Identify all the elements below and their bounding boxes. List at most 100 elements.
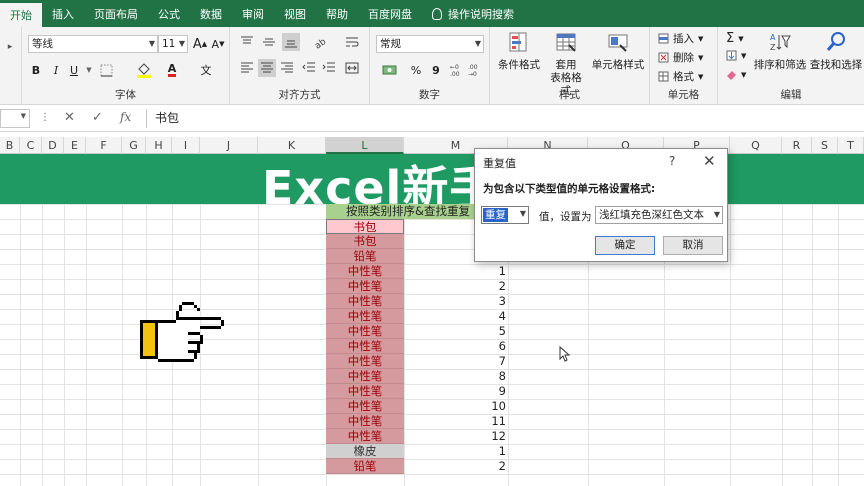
tell-me-search[interactable]: 操作说明搜索 <box>422 0 524 27</box>
cell-M-8[interactable]: 5 <box>404 324 508 339</box>
decrease-decimal-icon[interactable]: .00 →0 <box>468 61 484 79</box>
ok-button[interactable]: 确定 <box>595 236 655 255</box>
cell-L-11[interactable]: 中性笔 <box>326 369 404 384</box>
font-size-box[interactable]: 11 ▼ <box>158 35 188 53</box>
cell-L-5[interactable]: 中性笔 <box>326 279 404 294</box>
percent-button[interactable]: % <box>408 61 424 79</box>
value-type-select[interactable]: 重复 ▼ <box>481 206 529 224</box>
enter-icon[interactable]: ✓ <box>92 110 103 125</box>
increase-indent-icon[interactable] <box>320 59 338 77</box>
cell-M-16[interactable]: 1 <box>404 444 508 459</box>
name-box[interactable]: ▼ <box>0 109 30 128</box>
column-header-Q[interactable]: Q <box>730 137 782 154</box>
chevron-down-icon[interactable]: ▼ <box>84 61 94 79</box>
tab-help[interactable]: 帮助 <box>316 0 358 27</box>
column-header-R[interactable]: R <box>782 137 812 154</box>
column-header-D[interactable]: D <box>42 137 64 154</box>
tab-home[interactable]: 开始 <box>0 3 42 27</box>
bold-button[interactable]: B <box>28 61 44 79</box>
shrink-font-button[interactable]: A ▼ <box>210 35 226 53</box>
column-header-K[interactable]: K <box>258 137 326 154</box>
cell-L-13[interactable]: 中性笔 <box>326 399 404 414</box>
decrease-indent-icon[interactable] <box>300 59 318 77</box>
font-name-box[interactable]: 等线 ▼ <box>28 35 158 53</box>
underline-button[interactable]: U <box>66 61 82 79</box>
cell-L-16[interactable]: 橡皮 <box>326 444 404 459</box>
merge-center-icon[interactable] <box>342 59 362 77</box>
phonetic-guide-button[interactable]: 文 <box>196 61 216 79</box>
tab-baidu-netdisk[interactable]: 百度网盘 <box>358 0 422 27</box>
column-header-B[interactable]: B <box>0 137 20 154</box>
cell-L-12[interactable]: 中性笔 <box>326 384 404 399</box>
comma-style-button[interactable]: 9 <box>428 61 444 79</box>
tab-page-layout[interactable]: 页面布局 <box>84 0 148 27</box>
cell-M-11[interactable]: 8 <box>404 369 508 384</box>
cell-L-2[interactable]: 书包 <box>326 234 404 249</box>
tab-review[interactable]: 审阅 <box>232 0 274 27</box>
help-button[interactable]: ? <box>669 154 675 168</box>
cell-M-14[interactable]: 11 <box>404 414 508 429</box>
cell-M-17[interactable]: 2 <box>404 459 508 474</box>
conditional-format-button[interactable]: 条件格式 <box>494 31 544 72</box>
align-top-icon[interactable] <box>238 33 256 51</box>
cell-M-9[interactable]: 6 <box>404 339 508 354</box>
cell-L-15[interactable]: 中性笔 <box>326 429 404 444</box>
column-header-L[interactable]: L <box>326 137 404 154</box>
align-left-icon[interactable] <box>238 59 256 77</box>
cell-L-9[interactable]: 中性笔 <box>326 339 404 354</box>
column-header-C[interactable]: C <box>20 137 42 154</box>
increase-decimal-icon[interactable]: ←0.00 <box>450 61 466 79</box>
font-color-icon[interactable]: A <box>162 61 182 79</box>
currency-icon[interactable] <box>378 61 402 79</box>
delete-cells-button[interactable]: 删除 ▼ <box>658 50 703 65</box>
column-header-J[interactable]: J <box>200 137 258 154</box>
fill-button[interactable]: ▼ <box>726 50 746 61</box>
column-header-F[interactable]: F <box>86 137 122 154</box>
column-header-E[interactable]: E <box>64 137 86 154</box>
cell-L-17[interactable]: 铅笔 <box>326 459 404 474</box>
column-header-G[interactable]: G <box>122 137 146 154</box>
cell-styles-button[interactable]: 单元格样式 <box>590 31 646 72</box>
cell-M-12[interactable]: 9 <box>404 384 508 399</box>
cell-L-10[interactable]: 中性笔 <box>326 354 404 369</box>
align-center-icon[interactable] <box>258 59 276 77</box>
clear-button[interactable]: ▼ <box>726 69 746 80</box>
number-format-box[interactable]: 常规 ▼ <box>376 35 484 53</box>
cell-M-10[interactable]: 7 <box>404 354 508 369</box>
cell-L-4[interactable]: 中性笔 <box>326 264 404 279</box>
column-l-header-cell[interactable]: 按照类别排序&查找重复 <box>326 204 474 219</box>
sort-filter-button[interactable]: AZ 排序和筛选 <box>752 31 808 72</box>
formula-input[interactable]: 书包 <box>146 109 864 128</box>
cell-M-7[interactable]: 4 <box>404 309 508 324</box>
wrap-text-icon[interactable] <box>342 33 362 51</box>
cell-L-3[interactable]: 铅笔 <box>326 249 404 264</box>
cell-L-8[interactable]: 中性笔 <box>326 324 404 339</box>
cell-M-4[interactable]: 1 <box>404 264 508 279</box>
insert-cells-button[interactable]: 插入 ▼ <box>658 31 703 46</box>
close-button[interactable]: ✕ <box>703 152 716 170</box>
cell-M-15[interactable]: 12 <box>404 429 508 444</box>
autosum-button[interactable]: Σ ▼ <box>726 31 744 46</box>
cell-M-6[interactable]: 3 <box>404 294 508 309</box>
align-right-icon[interactable] <box>278 59 296 77</box>
fill-color-icon[interactable] <box>134 61 154 79</box>
tab-insert[interactable]: 插入 <box>42 0 84 27</box>
find-select-button[interactable]: 查找和选择 <box>808 31 864 72</box>
column-header-S[interactable]: S <box>812 137 838 154</box>
cell-L-6[interactable]: 中性笔 <box>326 294 404 309</box>
tab-view[interactable]: 视图 <box>274 0 316 27</box>
cell-L-7[interactable]: 中性笔 <box>326 309 404 324</box>
format-style-select[interactable]: 浅红填充色深红色文本 ▼ <box>595 206 723 224</box>
grow-font-button[interactable]: A ▲ <box>192 35 208 53</box>
cell-L-14[interactable]: 中性笔 <box>326 414 404 429</box>
align-middle-icon[interactable] <box>260 33 278 51</box>
insert-function-icon[interactable]: fx <box>120 110 131 124</box>
tab-data[interactable]: 数据 <box>190 0 232 27</box>
borders-icon[interactable] <box>98 62 114 78</box>
cancel-icon[interactable]: ✕ <box>64 110 75 125</box>
cancel-button[interactable]: 取消 <box>663 236 723 255</box>
align-bottom-icon[interactable] <box>282 33 300 51</box>
cell-M-5[interactable]: 2 <box>404 279 508 294</box>
column-header-H[interactable]: H <box>146 137 172 154</box>
italic-button[interactable]: I <box>48 61 64 79</box>
